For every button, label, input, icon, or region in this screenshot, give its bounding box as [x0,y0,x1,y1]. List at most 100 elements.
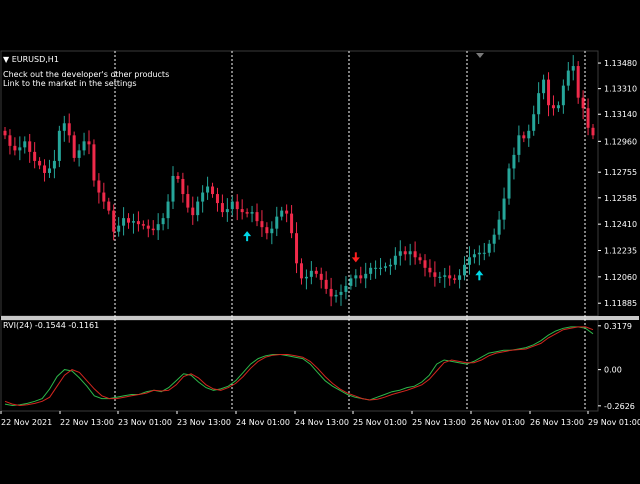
candle-body [3,130,7,136]
candle-body [443,275,447,277]
x-tick-label: 24 Nov 01:00 [236,418,290,427]
x-tick-label: 26 Nov 13:00 [530,418,584,427]
candle-body [428,267,432,273]
candle-body [117,225,121,232]
y-tick-label: 1.13310 [604,85,637,94]
candle-body [354,275,358,279]
candle-body [463,264,467,276]
y-tick-label: 1.13140 [604,110,637,119]
candle-body [67,123,71,136]
candle-body [487,243,491,253]
candle-body [28,141,32,152]
candle-body [512,154,516,169]
candle-body [581,97,585,109]
panel-separator[interactable] [1,316,639,320]
candle-body [141,224,145,226]
symbol-title[interactable]: ▼ EURUSD,H1 [3,55,59,65]
candle-body [38,160,42,166]
candle-body [319,273,323,280]
candle-body [467,257,471,265]
candle-body [359,275,363,279]
candle-body [52,160,56,169]
candle-body [62,123,66,131]
indicator-title: RVI(24) -0.1544 -0.1161 [3,321,100,330]
y-tick-label: 1.12960 [604,137,637,146]
candle-body [492,234,496,244]
x-tick-label: 22 Nov 13:00 [60,418,114,427]
candle-body [265,227,269,234]
indicator-tick-label: -0.2626 [604,402,635,411]
candle-body [517,135,521,155]
candle-body [413,251,417,258]
x-tick-label: 23 Nov 01:00 [118,418,172,427]
y-tick-label: 1.12235 [604,247,637,256]
symbol-label: EURUSD,H1 [11,55,59,64]
candle-body [206,186,210,193]
x-tick-label: 29 Nov 01:00 [588,418,640,427]
x-tick-label: 23 Nov 13:00 [177,418,231,427]
candle-body [369,267,373,274]
candle-body [532,114,536,131]
candle-body [334,294,338,297]
candle-body [18,147,22,151]
candle-body [166,201,170,219]
candle-body [196,201,200,216]
candle-body [448,275,452,279]
indicator-tick-label: 0.00 [604,366,622,375]
shift-marker-icon[interactable] [476,53,484,58]
buy-arrow-icon [243,231,252,242]
y-tick-label: 1.12755 [604,168,637,177]
candle-body [131,221,135,223]
y-tick-label: 1.13480 [604,59,637,68]
x-tick-label: 25 Nov 13:00 [412,418,466,427]
candle-body [92,144,96,181]
y-tick-label: 1.12060 [604,273,637,282]
candle-body [561,85,565,106]
candle-body [122,218,126,226]
candle-body [379,267,383,269]
candle-body [87,141,91,145]
settings-note: Link to the market in the settings [3,79,137,88]
candle-body [324,279,328,289]
candle-body [176,175,180,179]
x-tick-label: 25 Nov 01:00 [353,418,407,427]
candle-body [556,105,560,109]
candle-body [275,216,279,229]
x-tick-label: 24 Nov 13:00 [295,418,349,427]
candle-body [542,79,546,94]
candle-body [102,192,106,202]
candle-body [547,79,551,106]
candle-body [156,224,160,231]
candle-body [522,135,526,139]
candle-body [344,285,348,292]
candle-body [250,212,254,214]
candle-body [339,291,343,295]
candle-body [191,207,195,216]
candle-body [270,228,274,234]
buy-arrow-icon [475,270,484,281]
candle-body [97,180,101,193]
candle-body [225,209,229,213]
candle-body [458,275,462,280]
candle-body [551,105,555,109]
candle-body [8,135,12,146]
sell-arrow-icon [351,252,360,263]
candle-body [181,178,185,195]
candle-body [477,252,481,255]
candle-body [299,263,303,279]
trading-chart[interactable]: 1.13480 1.13310 1.13140 1.12960 1.12755 1.125… [0,0,640,480]
candle-body [576,66,580,98]
candle-body [186,194,190,208]
y-tick-label: 1.12585 [604,194,637,203]
candle-body [280,210,284,217]
candle-body [215,194,219,204]
candle-body [329,288,333,297]
candle-body [285,210,289,214]
dropdown-triangle-icon[interactable]: ▼ [3,55,9,64]
candle-body [393,255,397,265]
candle-body [304,276,308,279]
candle-body [23,141,27,148]
candle-body [537,93,541,115]
candle-body [423,260,427,268]
candle-body [453,278,457,280]
